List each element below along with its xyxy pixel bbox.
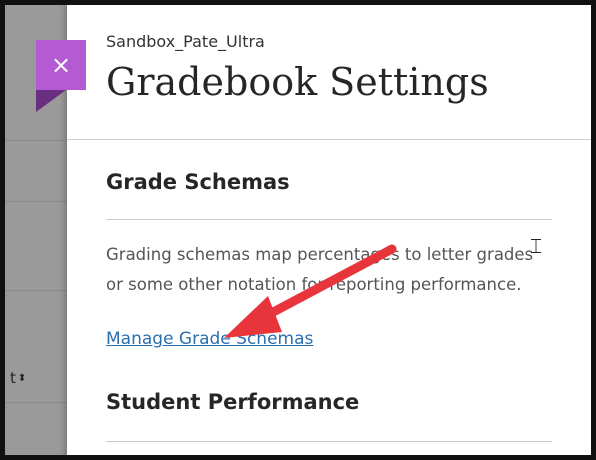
screenshot-frame — [0, 0, 596, 460]
